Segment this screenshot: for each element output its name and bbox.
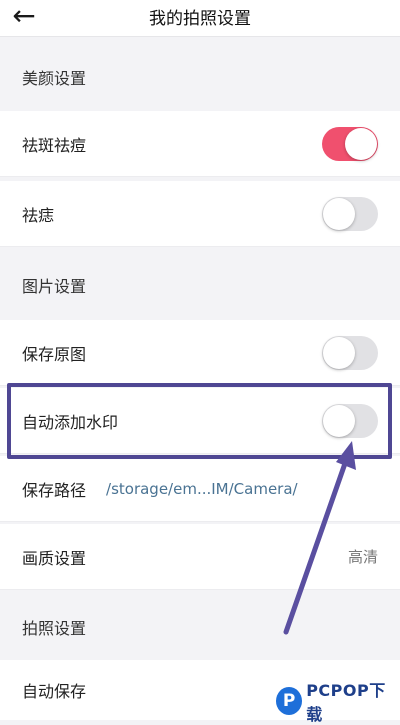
setting-row-auto-watermark[interactable]: 自动添加水印 — [0, 388, 400, 454]
toggle-knob — [323, 404, 355, 437]
setting-label: 自动添加水印 — [22, 412, 119, 432]
setting-row-mole-removal[interactable]: 祛痣 — [0, 181, 400, 247]
section-capture-settings: 拍照设置 — [0, 594, 400, 660]
setting-label: 保存路径 — [22, 480, 87, 500]
toggle-knob — [345, 127, 377, 160]
mole-removal-toggle[interactable] — [322, 196, 378, 231]
setting-label: 祛斑祛痘 — [22, 135, 87, 155]
section-title: 图片设置 — [22, 277, 87, 296]
auto-watermark-toggle[interactable] — [322, 403, 378, 438]
page-title: 我的拍照设置 — [149, 9, 251, 29]
section-beauty-settings: 美颜设置 — [0, 44, 400, 110]
setting-row-quality[interactable]: 画质设置 高清 — [0, 524, 400, 590]
setting-row-save-path[interactable]: 保存路径 /storage/em...IM/Camera/ — [0, 456, 400, 522]
setting-label: 画质设置 — [22, 548, 87, 568]
setting-row-spot-removal[interactable]: 祛斑祛痘 — [0, 111, 400, 177]
section-title: 美颜设置 — [22, 69, 87, 88]
quality-value: 高清 — [347, 548, 378, 566]
setting-label: 保存原图 — [22, 344, 87, 364]
toggle-knob — [323, 336, 355, 369]
setting-row-save-original[interactable]: 保存原图 — [0, 320, 400, 386]
toggle-knob — [323, 197, 355, 230]
save-original-toggle[interactable] — [322, 335, 378, 370]
section-title: 拍照设置 — [22, 619, 87, 638]
setting-label: 自动保存 — [22, 682, 87, 701]
watermark-text: PCPOP下载 — [306, 681, 386, 724]
pcpop-logo-icon: P — [276, 687, 303, 715]
save-path-value: /storage/em...IM/Camera/ — [106, 479, 298, 498]
setting-label: 祛痣 — [22, 205, 55, 225]
section-image-settings: 图片设置 — [0, 252, 400, 318]
site-watermark: P PCPOP下载 — [276, 681, 396, 724]
spot-removal-toggle[interactable] — [322, 126, 378, 161]
top-bar: ← 我的拍照设置 — [0, 0, 400, 37]
